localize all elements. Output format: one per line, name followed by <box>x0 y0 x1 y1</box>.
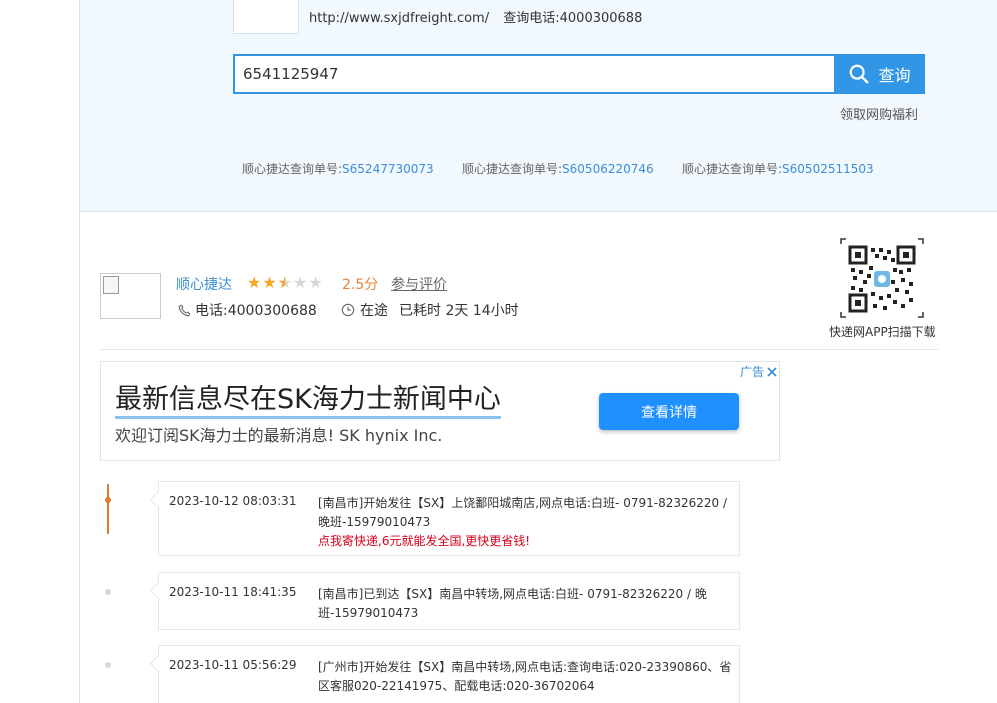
recent-query-1[interactable]: 顺心捷达查询单号:S65247730073 <box>242 160 434 177</box>
recent-query-number[interactable]: S60502511503 <box>782 162 874 176</box>
star-empty-icon: ★ <box>293 273 309 292</box>
elapsed-time: 已耗时 2天 14小时 <box>399 303 519 319</box>
site-title-cut: ▔▔▔▔▔▔ <box>309 0 391 2</box>
hotline-number: 4000300688 <box>559 11 643 26</box>
ad-details-button[interactable]: 查看详情 <box>599 393 739 430</box>
star-empty-icon: ★ <box>308 273 324 292</box>
tracking-entry: 2023-10-11 18:41:35 [南昌市]已到达【SX】南昌中转场,网点… <box>158 572 740 630</box>
star-icon: ★ <box>247 273 263 292</box>
recent-query-number[interactable]: S60506220746 <box>562 162 654 176</box>
tracking-desc: [南昌市]已到达【SX】南昌中转场,网点电话:白班- 0791-82326220… <box>318 585 732 623</box>
timeline-dot-active <box>105 497 111 503</box>
tracking-time: 2023-10-11 05:56:29 <box>169 658 297 672</box>
qr-code-icon[interactable] <box>840 238 924 318</box>
qr-caption: 快递网APP扫描下载 <box>829 325 936 339</box>
review-link[interactable]: 参与评价 <box>391 274 447 294</box>
status-text: 在途 <box>360 303 388 319</box>
advertisement[interactable]: 广告 最新信息尽在SK海力士新闻中心 欢迎订阅SK海力士的最新消息! SK hy… <box>100 361 780 461</box>
tracking-desc-text: [广州市]开始发往【SX】南昌中转场,网点电话:查询电话:020-2339086… <box>318 660 732 693</box>
search-bar: 查询 <box>233 54 925 94</box>
tracking-time: 2023-10-12 08:03:31 <box>169 494 297 508</box>
company-logo <box>100 273 161 319</box>
close-icon[interactable] <box>767 366 777 377</box>
recent-query-label: 顺心捷达查询单号: <box>682 162 783 176</box>
company-logo-top <box>233 0 299 34</box>
ad-title[interactable]: 最新信息尽在SK海力士新闻中心 <box>115 384 501 419</box>
ad-subtitle: 欢迎订阅SK海力士的最新消息! SK hynix Inc. <box>115 426 443 445</box>
phone-icon <box>178 304 191 316</box>
star-half-icon: ★ <box>278 273 293 292</box>
tracking-desc-text: [南昌市]开始发往【SX】上饶鄱阳城南店,网点电话:白班- 0791-82326… <box>318 496 728 529</box>
search-button[interactable]: 查询 <box>834 54 925 94</box>
shipment-status: 在途 已耗时 2天 14小时 <box>341 300 519 320</box>
timeline-dot <box>105 589 111 595</box>
tracking-desc: [广州市]开始发往【SX】南昌中转场,网点电话:查询电话:020-2339086… <box>318 658 732 696</box>
rating-score: 2.5分 <box>342 277 379 293</box>
tracking-promo-link[interactable]: 点我寄快递,6元就能发全国,更快更省钱! <box>318 532 732 551</box>
company-phone: 电话:4000300688 <box>178 300 317 320</box>
company-name[interactable]: 顺心捷达 <box>176 274 232 294</box>
phone-text: 电话:4000300688 <box>195 303 317 319</box>
site-url[interactable]: http://www.sxjdfreight.com/ <box>309 11 489 26</box>
recent-query-number[interactable]: S65247730073 <box>342 162 434 176</box>
tracking-entry: 2023-10-11 05:56:29 [广州市]开始发往【SX】南昌中转场,网… <box>158 645 740 703</box>
company-info: 顺心捷达 ★★★★★ 2.5分 参与评价 电话:4000300688 在途 已耗… <box>100 272 938 350</box>
tracking-desc-text: [南昌市]已到达【SX】南昌中转场,网点电话:白班- 0791-82326220… <box>318 587 707 620</box>
ad-tag[interactable]: 广告 <box>740 363 777 380</box>
ad-label: 广告 <box>739 365 764 379</box>
recent-query-2[interactable]: 顺心捷达查询单号:S60506220746 <box>462 160 654 177</box>
timeline-dot <box>105 662 111 668</box>
tracking-desc: [南昌市]开始发往【SX】上饶鄱阳城南店,网点电话:白班- 0791-82326… <box>318 494 732 551</box>
left-margin <box>0 0 80 703</box>
search-button-label: 查询 <box>878 66 911 85</box>
tracking-number-input[interactable] <box>233 54 836 94</box>
search-icon <box>850 64 869 84</box>
tracking-time: 2023-10-11 18:41:35 <box>169 585 297 599</box>
tracking-entry: 2023-10-12 08:03:31 [南昌市]开始发往【SX】上饶鄱阳城南店… <box>158 481 740 556</box>
site-info: http://www.sxjdfreight.com/ 查询电话:4000300… <box>309 7 642 26</box>
recent-query-3[interactable]: 顺心捷达查询单号:S60502511503 <box>682 160 874 177</box>
timeline-active-line <box>107 484 109 534</box>
star-icon: ★ <box>262 273 278 292</box>
recent-query-label: 顺心捷达查询单号: <box>462 162 563 176</box>
clock-icon <box>341 303 355 317</box>
recent-query-label: 顺心捷达查询单号: <box>242 162 343 176</box>
welfare-link[interactable]: 领取网购福利 <box>840 104 918 123</box>
rating-stars: ★★★ ★★ <box>247 273 324 292</box>
hotline-label: 查询电话: <box>503 11 560 26</box>
